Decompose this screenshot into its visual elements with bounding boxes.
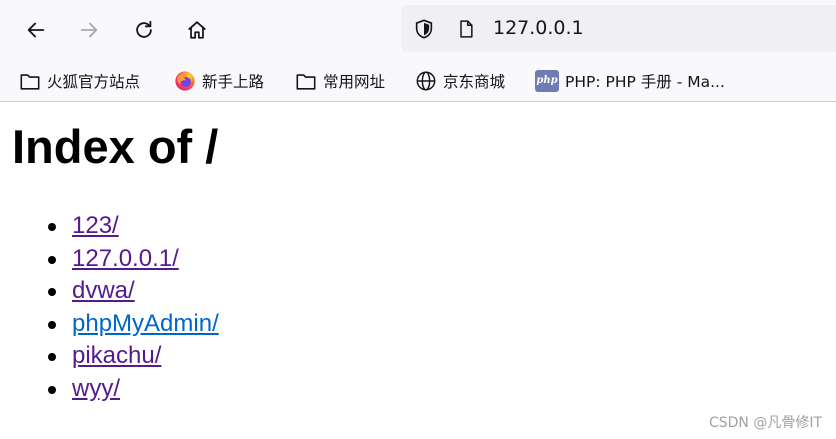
arrow-left-icon [27,22,45,38]
directory-list: 123/ 127.0.0.1/ dvwa/ phpMyAdmin/ pikach… [31,210,219,405]
list-item: wyy/ [31,373,219,406]
bullet-icon [48,320,56,329]
firefox-logo-icon [175,70,195,91]
list-item: dvwa/ [31,275,219,308]
directory-link-wyy[interactable]: wyy/ [72,375,120,402]
browser-toolbar: 127.0.0.1 [0,0,836,60]
bookmark-label: 京东商城 [443,72,506,91]
bookmark-common-sites[interactable]: 常用网址 [295,68,385,93]
bullet-icon [48,385,56,394]
home-button[interactable] [179,12,215,48]
directory-link-123[interactable]: 123/ [72,212,119,239]
bookmark-label: 新手上路 [202,72,265,91]
reload-icon [136,20,152,38]
url-text[interactable]: 127.0.0.1 [493,17,584,39]
list-item: 127.0.0.1/ [31,243,219,276]
url-bar[interactable]: 127.0.0.1 [401,5,836,52]
list-item: 123/ [31,210,219,243]
directory-link-dvwa[interactable]: dvwa/ [72,277,135,304]
forward-button[interactable] [71,12,107,48]
list-item: pikachu/ [31,340,219,373]
bullet-icon [48,255,56,264]
directory-link-pikachu[interactable]: pikachu/ [72,342,161,369]
bullet-icon [48,223,56,231]
bookmark-php-manual[interactable]: php PHP: PHP 手册 - Ma... [535,68,725,93]
folder-icon [296,73,316,90]
page-icon[interactable] [456,19,476,39]
page-title: Index of / [12,120,219,173]
csdn-watermark: CSDN @凡骨修IT [708,415,822,431]
php-badge-icon: php [535,69,559,92]
back-button[interactable] [18,12,54,48]
arrow-right-icon [80,22,98,38]
bullet-icon [48,288,56,296]
bookmark-label: 火狐官方站点 [47,72,141,91]
bookmark-label: PHP: PHP 手册 - Ma... [565,72,725,91]
bookmark-jd-mall[interactable]: 京东商城 [415,68,505,93]
bullet-icon [48,353,56,361]
bookmarks-toolbar: 火狐官方站点 新手上路 常用网址 京东商城 php PHP: PHP 手册 - … [0,60,836,102]
bookmark-firefox-official[interactable]: 火狐官方站点 [19,68,140,93]
directory-link-phpmyadmin[interactable]: phpMyAdmin/ [72,310,219,337]
folder-icon [20,73,40,90]
directory-link-127-0-0-1[interactable]: 127.0.0.1/ [72,245,179,272]
reload-button[interactable] [126,12,162,48]
bookmark-label: 常用网址 [323,72,386,91]
home-icon [188,21,206,39]
globe-icon [416,71,436,90]
bookmark-getting-started[interactable]: 新手上路 [174,68,264,93]
list-item: phpMyAdmin/ [31,308,219,341]
shield-icon[interactable] [413,18,435,40]
